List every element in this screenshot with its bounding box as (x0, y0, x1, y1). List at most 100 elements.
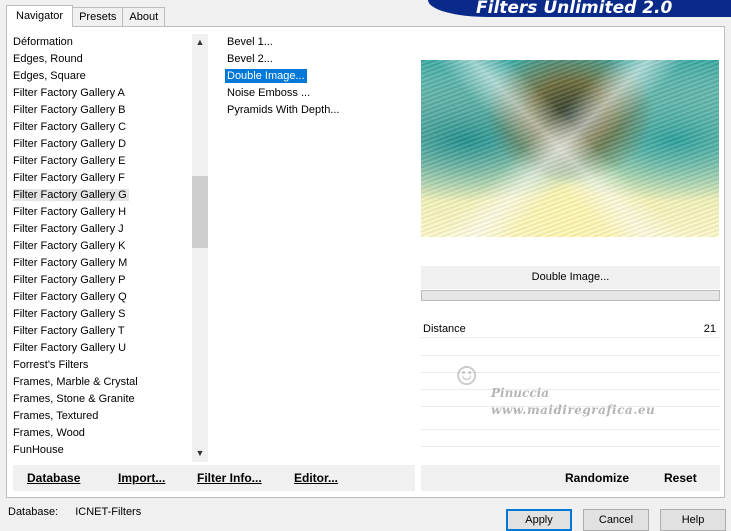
cancel-button[interactable]: Cancel (583, 509, 649, 531)
category-label: Edges, Round (13, 53, 83, 65)
progress-bar (421, 290, 720, 301)
filter-list-item[interactable]: Noise Emboss ... (225, 85, 410, 102)
category-list-item[interactable]: Edges, Round (13, 51, 191, 68)
divider (421, 429, 720, 430)
status-label: Database: (8, 506, 59, 518)
category-label: Déformation (13, 36, 73, 48)
category-label: Forrest's Filters (13, 359, 89, 371)
tab-presets[interactable]: Presets (72, 7, 124, 27)
category-list-item[interactable]: Graphic... (13, 459, 191, 462)
category-list-item[interactable]: Frames, Wood (13, 425, 191, 442)
category-list-item[interactable]: Filter Factory Gallery C (13, 119, 191, 136)
category-label: Filter Factory Gallery J (13, 223, 124, 235)
category-list-item[interactable]: Filter Factory Gallery F (13, 170, 191, 187)
tab-about[interactable]: About (122, 7, 166, 27)
filter-list-item[interactable]: Pyramids With Depth... (225, 102, 410, 119)
category-list-item[interactable]: Frames, Marble & Crystal (13, 374, 191, 391)
category-label: Filter Factory Gallery P (13, 274, 126, 286)
filter-label: Bevel 1... (227, 36, 273, 48)
watermark: ☺ Pinuccia www.maidiregrafica.eu (455, 362, 675, 422)
randomize-button[interactable]: Randomize (565, 471, 629, 485)
left-toolbar: Database Import... Filter Info... Editor… (13, 465, 415, 491)
category-list-item[interactable]: Filter Factory Gallery G (13, 187, 191, 204)
category-list-item[interactable]: Filter Factory Gallery T (13, 323, 191, 340)
category-label: Filter Factory Gallery K (13, 240, 126, 252)
selected-filter-name: Double Image... (421, 266, 720, 289)
category-label: Filter Factory Gallery F (13, 172, 125, 184)
divider (421, 355, 720, 356)
app-brand-title: Filters Unlimited 2.0 (428, 0, 731, 17)
category-label: Filter Factory Gallery Q (13, 291, 127, 303)
category-list-item[interactable]: Filter Factory Gallery Q (13, 289, 191, 306)
category-label: FunHouse (13, 444, 64, 456)
reset-button[interactable]: Reset (664, 471, 697, 485)
filter-list-item[interactable]: Bevel 2... (225, 51, 410, 68)
filter-label: Noise Emboss ... (227, 87, 311, 99)
filter-label: Pyramids With Depth... (227, 104, 340, 116)
help-button[interactable]: Help (660, 509, 726, 531)
database-button[interactable]: Database (27, 471, 80, 485)
category-list-item[interactable]: Filter Factory Gallery E (13, 153, 191, 170)
category-label: Filter Factory Gallery G (13, 189, 129, 201)
category-label: Filter Factory Gallery B (13, 104, 126, 116)
editor-button[interactable]: Editor... (294, 471, 338, 485)
param-value[interactable]: 21 (704, 323, 716, 335)
category-list-item[interactable]: Filter Factory Gallery H (13, 204, 191, 221)
category-list[interactable]: Déformation Edges, Round Edges, Square Filt… (13, 34, 191, 462)
category-label: Filter Factory Gallery H (13, 206, 127, 218)
category-list-item[interactable]: Edges, Square (13, 68, 191, 85)
category-label: Filter Factory Gallery C (13, 121, 127, 133)
filter-label: Double Image... (225, 69, 307, 83)
tab-navigator[interactable]: Navigator (6, 5, 74, 27)
category-label: Filter Factory Gallery D (13, 138, 127, 150)
category-label: Filter Factory Gallery T (13, 325, 125, 337)
category-label: Filter Factory Gallery U (13, 342, 127, 354)
category-label: Filter Factory Gallery A (13, 87, 125, 99)
filter-label: Bevel 2... (227, 53, 273, 65)
category-list-item[interactable]: Forrest's Filters (13, 357, 191, 374)
param-row-distance[interactable]: Distance 21 (421, 320, 720, 338)
logo-mark-icon: ☺ (455, 362, 479, 392)
category-label: Frames, Wood (13, 427, 85, 439)
watermark-url: www.maidiregrafica.eu (491, 403, 656, 417)
category-list-item[interactable]: Frames, Stone & Granite (13, 391, 191, 408)
filter-list-item[interactable]: Double Image... (225, 68, 410, 85)
scroll-thumb[interactable] (192, 176, 208, 248)
category-list-item[interactable]: Déformation (13, 34, 191, 51)
status-bar: Database: ICNET-Filters (8, 506, 141, 518)
preview-image (421, 60, 719, 237)
category-list-item[interactable]: Filter Factory Gallery S (13, 306, 191, 323)
category-list-item[interactable]: Filter Factory Gallery M (13, 255, 191, 272)
category-label: Filter Factory Gallery E (13, 155, 126, 167)
right-toolbar: Randomize Reset (421, 465, 720, 491)
category-label: Frames, Marble & Crystal (13, 376, 138, 388)
filter-list-item[interactable]: Bevel 1... (225, 34, 410, 51)
category-list-item[interactable]: Filter Factory Gallery P (13, 272, 191, 289)
category-label: Frames, Textured (13, 410, 99, 422)
tab-bar: Navigator Presets About (6, 5, 166, 27)
category-scrollbar[interactable]: ▲ ▼ (192, 34, 208, 462)
category-label: Edges, Square (13, 70, 86, 82)
category-list-item[interactable]: FunHouse (13, 442, 191, 459)
param-label: Distance (423, 322, 466, 335)
apply-button[interactable]: Apply (506, 509, 572, 531)
divider (421, 446, 720, 447)
category-label: Frames, Stone & Granite (13, 393, 135, 405)
category-label: Filter Factory Gallery S (13, 308, 126, 320)
import-button[interactable]: Import... (118, 471, 165, 485)
chevron-down-icon[interactable]: ▼ (192, 445, 208, 462)
status-value: ICNET-Filters (75, 506, 142, 518)
category-list-item[interactable]: Filter Factory Gallery B (13, 102, 191, 119)
category-list-item[interactable]: Frames, Textured (13, 408, 191, 425)
filter-info-button[interactable]: Filter Info... (197, 471, 262, 485)
category-list-item[interactable]: Filter Factory Gallery U (13, 340, 191, 357)
category-label: Graphic... (13, 461, 63, 462)
category-list-item[interactable]: Filter Factory Gallery D (13, 136, 191, 153)
filter-list[interactable]: Bevel 1... Bevel 2... Double Image... Noise… (225, 34, 410, 119)
category-label: Filter Factory Gallery M (13, 257, 128, 269)
category-list-item[interactable]: Filter Factory Gallery J (13, 221, 191, 238)
chevron-up-icon[interactable]: ▲ (192, 34, 208, 51)
category-list-item[interactable]: Filter Factory Gallery K (13, 238, 191, 255)
watermark-name: Pinuccia (491, 386, 549, 400)
category-list-item[interactable]: Filter Factory Gallery A (13, 85, 191, 102)
